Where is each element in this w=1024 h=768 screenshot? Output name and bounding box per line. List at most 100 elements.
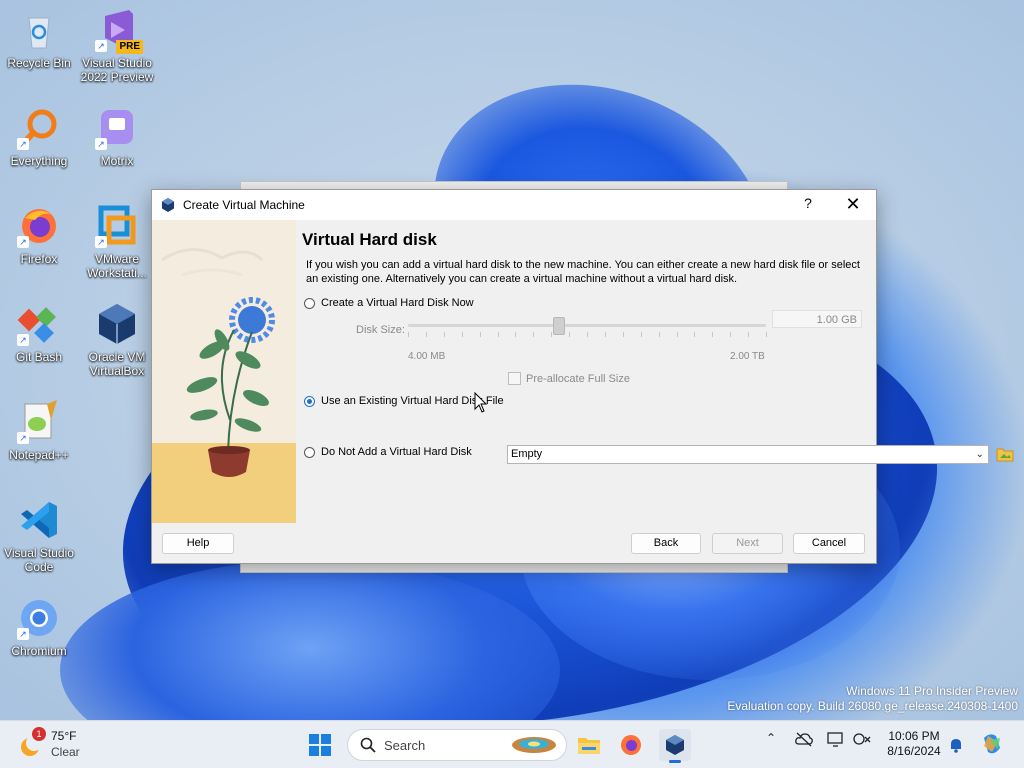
preallocate-checkbox[interactable]: Pre-allocate Full Size: [508, 372, 630, 385]
taskbar-virtualbox[interactable]: [659, 729, 691, 763]
plant-illustration: [161, 248, 275, 477]
cloud-offline-icon[interactable]: [795, 731, 813, 747]
shortcut-arrow-icon: ↗: [17, 236, 29, 248]
desktop-icon-firefox[interactable]: ↗ Firefox: [1, 204, 77, 266]
desktop-icon-virtualbox[interactable]: Oracle VM VirtualBox: [79, 302, 155, 378]
page-description: If you wish you can add a virtual hard d…: [306, 259, 860, 285]
shortcut-arrow-icon: ↗: [17, 334, 29, 346]
desktop-icon-motrix[interactable]: ↗ Motrix: [79, 106, 155, 168]
desktop-icon-visual-studio-preview[interactable]: ↗ PRE Visual Studio 2022 Preview: [79, 8, 155, 84]
slider-tick: [461, 332, 463, 337]
help-icon[interactable]: ?: [798, 195, 818, 211]
disk-size-value[interactable]: 1.00 GB: [772, 310, 862, 328]
chevron-down-icon: ⌄: [975, 449, 984, 460]
slider-tick: [712, 332, 714, 337]
search-placeholder: Search: [384, 737, 426, 753]
slider-tick: [408, 332, 409, 337]
shortcut-arrow-icon: ↗: [17, 432, 29, 444]
radio-button[interactable]: [304, 446, 315, 458]
disk-size-label: Disk Size:: [356, 324, 405, 336]
recycle-bin-icon: [17, 8, 61, 52]
radio-button[interactable]: [304, 297, 315, 309]
weather-condition: Clear: [51, 745, 80, 759]
disk-size-slider[interactable]: [408, 324, 766, 327]
slider-tick: [533, 332, 535, 337]
taskbar-file-explorer[interactable]: [573, 729, 605, 761]
desktop-icon-git-bash[interactable]: ↗ Git Bash: [1, 302, 77, 364]
slider-min-label: 4.00 MB: [408, 351, 446, 362]
radio-no-disk[interactable]: Do Not Add a Virtual Hard Disk: [304, 446, 472, 458]
dialog-title: Create Virtual Machine: [183, 198, 305, 212]
notepadpp-icon: ↗: [17, 400, 61, 444]
slider-tick: [604, 332, 606, 337]
slider-tick: [640, 332, 642, 337]
everything-search-icon: ↗: [17, 106, 61, 150]
network-icon[interactable]: [853, 731, 871, 747]
slider-tick: [551, 332, 553, 337]
radio-create-disk-now[interactable]: Create a Virtual Hard Disk Now: [304, 297, 474, 309]
radio-button-selected[interactable]: [304, 395, 315, 407]
copilot-pre-icon[interactable]: [980, 732, 1004, 756]
shortcut-arrow-icon: ↗: [95, 138, 107, 150]
motrix-icon: ↗: [95, 106, 139, 150]
desktop-icon-notepadpp[interactable]: ↗ Notepad++: [1, 400, 77, 462]
desktop-icon-vscode[interactable]: Visual Studio Code: [1, 498, 77, 574]
weather-widget[interactable]: 1 75°F Clear: [18, 727, 98, 763]
slider-max-label: 2.00 TB: [730, 351, 765, 362]
notification-bell-icon[interactable]: [948, 737, 964, 753]
slider-thumb[interactable]: [553, 317, 566, 335]
windows-logo-icon: [309, 734, 331, 756]
help-button[interactable]: Help: [162, 533, 234, 554]
taskbar-clock[interactable]: 10:06 PM 8/16/2024: [880, 729, 948, 759]
wizard-content: Virtual Hard disk If you wish you can ad…: [302, 220, 1014, 523]
weather-alert-badge: 1: [32, 727, 46, 741]
slider-tick: [479, 332, 481, 337]
slider-tick: [515, 332, 517, 337]
display-icon[interactable]: [827, 731, 845, 747]
taskbar-search[interactable]: Search: [347, 729, 567, 761]
create-vm-dialog: Create Virtual Machine ? ✕ Virtual Hard …: [151, 189, 1014, 564]
search-icon: [360, 737, 376, 753]
wizard-illustration: [152, 220, 296, 523]
close-icon[interactable]: ✕: [842, 195, 864, 213]
checkbox-box[interactable]: [508, 372, 521, 385]
vmware-icon: ↗: [95, 204, 139, 248]
back-button[interactable]: Back: [631, 533, 701, 554]
taskbar-firefox[interactable]: [615, 729, 647, 761]
pre-badge: PRE: [116, 40, 143, 54]
mouse-cursor-icon: [474, 392, 488, 413]
visual-studio-preview-icon: ↗ PRE: [95, 8, 143, 54]
slider-tick: [425, 332, 427, 337]
desktop-icon-recycle-bin[interactable]: Recycle Bin: [1, 8, 77, 70]
shortcut-arrow-icon: ↗: [95, 236, 107, 248]
slider-tick: [676, 332, 678, 337]
slider-ticks: [408, 332, 767, 338]
shortcut-arrow-icon: ↗: [17, 628, 29, 640]
slider-tick: [587, 332, 588, 337]
slider-tick: [569, 332, 571, 337]
page-title: Virtual Hard disk: [302, 230, 437, 249]
vscode-icon: [17, 498, 61, 542]
start-button[interactable]: [304, 729, 336, 761]
chromium-icon: ↗: [17, 596, 61, 640]
desktop-icon-vmware[interactable]: ↗ VMware Workstati...: [79, 204, 155, 280]
desktop-icon-chromium[interactable]: ↗ Chromium: [1, 596, 77, 658]
search-highlight-icon: [512, 737, 556, 753]
slider-tick: [658, 332, 660, 337]
virtualbox-icon: [95, 302, 139, 346]
next-button[interactable]: Next: [712, 533, 783, 554]
slider-tick: [766, 332, 767, 337]
virtualbox-icon: [666, 735, 684, 755]
slider-tick: [748, 332, 750, 337]
show-hidden-icons-chevron-up-icon[interactable]: ⌃: [766, 731, 776, 745]
dialog-titlebar[interactable]: Create Virtual Machine ? ✕: [152, 190, 876, 220]
desktop-icon-everything[interactable]: ↗ Everything: [1, 106, 77, 168]
existing-disk-select[interactable]: Empty ⌄: [507, 445, 989, 464]
dialog-footer: Help Back Next Cancel: [152, 523, 876, 563]
shortcut-arrow-icon: ↗: [95, 40, 107, 52]
slider-tick: [497, 332, 499, 337]
choose-disk-folder-icon[interactable]: [996, 446, 1014, 462]
slider-tick: [443, 332, 445, 337]
cancel-button[interactable]: Cancel: [793, 533, 865, 554]
slider-tick: [694, 332, 696, 337]
